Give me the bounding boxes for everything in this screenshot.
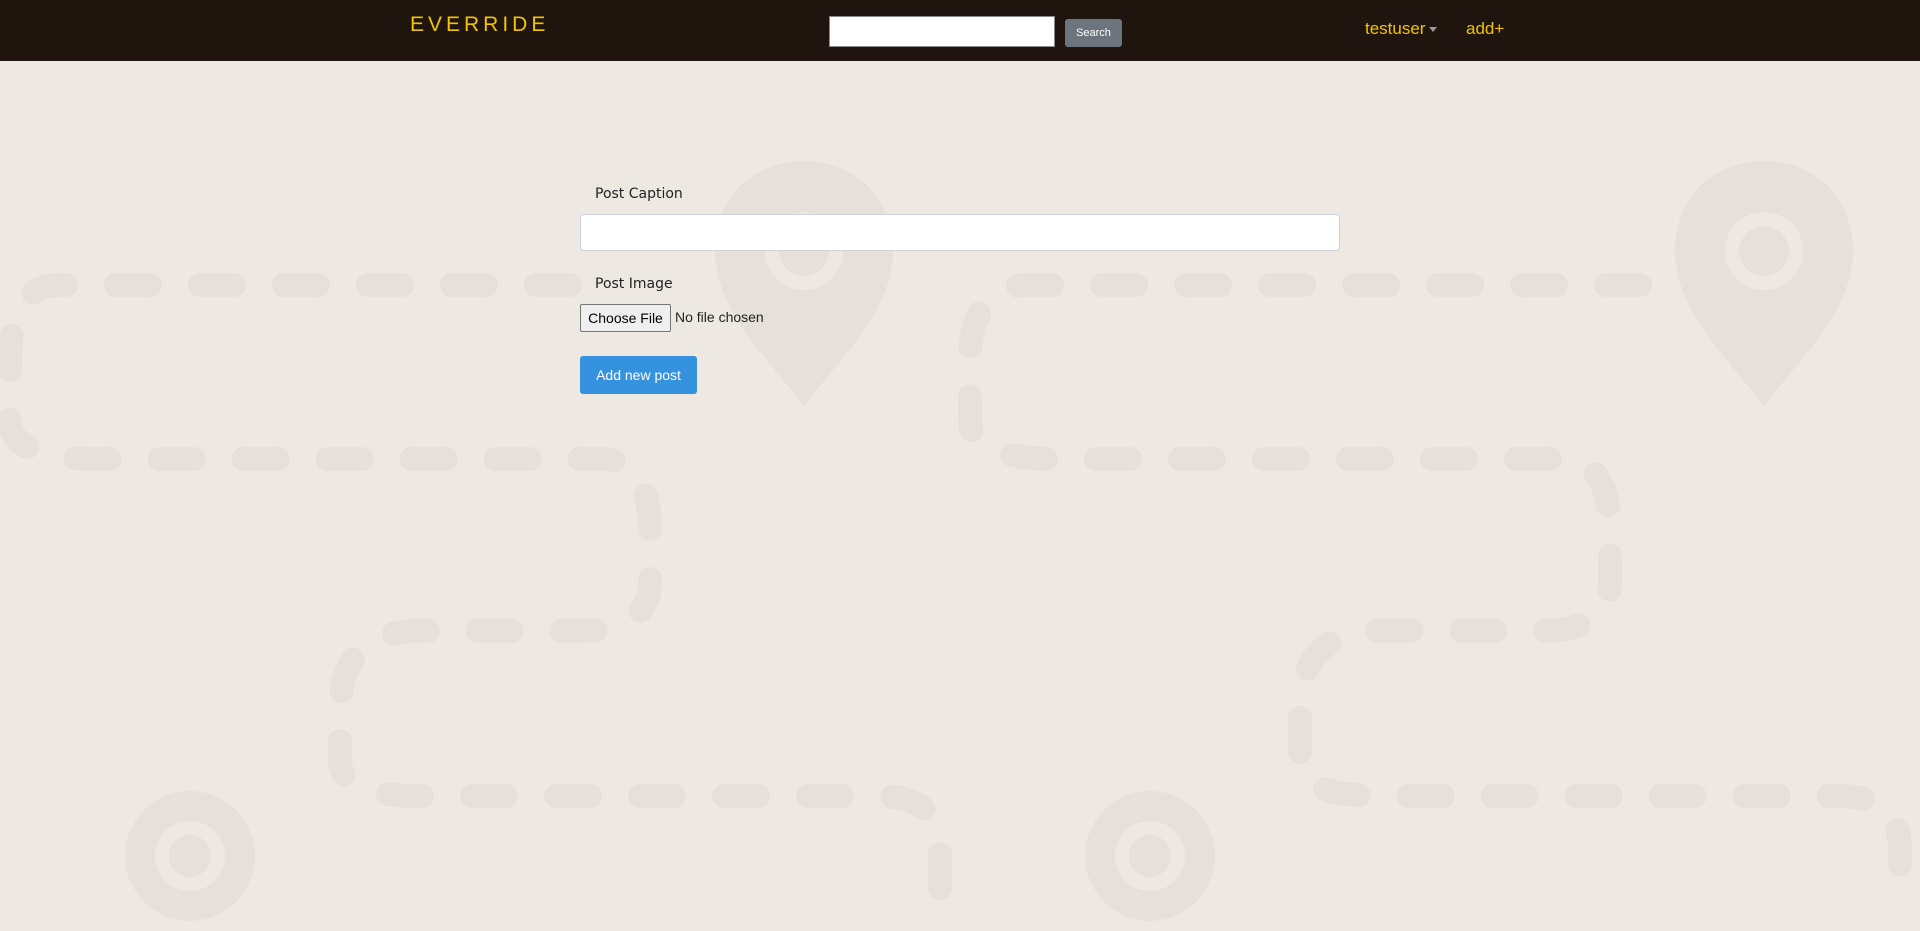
brand-logo[interactable]: EVERRIDE — [410, 13, 549, 37]
search-input[interactable] — [829, 16, 1055, 47]
add-post-link[interactable]: add+ — [1466, 19, 1504, 39]
choose-file-button[interactable]: Choose File — [580, 304, 671, 332]
image-label: Post Image — [595, 276, 673, 292]
caption-input[interactable] — [580, 214, 1340, 251]
navbar: EVERRIDE Search testuser add+ — [0, 0, 1920, 61]
caret-down-icon — [1429, 27, 1438, 33]
search-button[interactable]: Search — [1065, 19, 1122, 47]
user-menu-label: testuser — [1365, 19, 1426, 38]
user-menu-dropdown[interactable]: testuser — [1365, 19, 1438, 39]
file-status: No file chosen — [675, 309, 764, 325]
add-new-post-button[interactable]: Add new post — [580, 356, 697, 394]
background-map-pattern — [0, 161, 1912, 921]
caption-label: Post Caption — [595, 186, 683, 202]
